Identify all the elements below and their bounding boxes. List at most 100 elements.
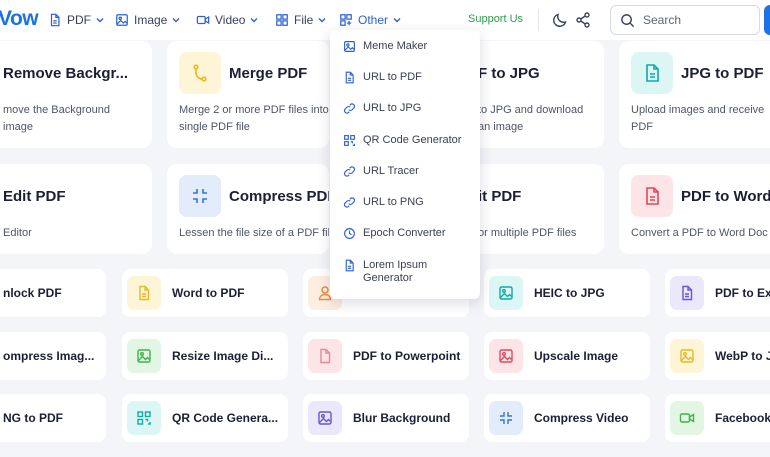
card-description: move the Background image <box>3 104 111 133</box>
card-description: Merge 2 or more PDF files into single PDF… <box>179 104 329 133</box>
tool-card-pdf-to-powerpoint[interactable]: PDF to Powerpoint <box>303 332 469 380</box>
image-icon <box>137 349 151 363</box>
card-description: or multiple PDF files <box>478 227 577 239</box>
menu-item-meme-maker[interactable]: Meme Maker <box>343 40 427 53</box>
nav-image-label: Image <box>134 13 168 27</box>
card-title: Upscale Image <box>534 349 619 363</box>
nav-pdf-label: PDF <box>67 13 91 27</box>
tool-card-qr-code-generator[interactable]: QR Code Genera... <box>122 394 288 442</box>
menu-item-url-to-png[interactable]: URL to PNG <box>343 196 424 209</box>
card-title: QR Code Genera... <box>172 411 279 425</box>
document-icon <box>682 285 693 301</box>
menu-item-label: QR Code Generator <box>363 134 462 146</box>
tool-card-compress-pdf[interactable]: Compress PDF Lessen the file size of a P… <box>167 164 329 254</box>
share-icon[interactable] <box>574 11 592 29</box>
nav-pdf[interactable]: PDF <box>48 12 104 28</box>
menu-item-label: URL to PNG <box>363 196 424 208</box>
tool-card-pdf-to-jpg[interactable]: F to JPG to JPG and download an image <box>470 41 604 148</box>
card-title: PDF to Word <box>681 188 770 205</box>
card-description: Convert a PDF to Word Doc <box>631 227 768 239</box>
menu-item-qr-code-generator[interactable]: QR Code Generator <box>343 134 461 147</box>
tool-card-jpg-to-pdf[interactable]: JPG to PDF Upload images and receive PDF <box>619 41 770 148</box>
card-title: it PDF <box>478 188 522 205</box>
video-icon <box>196 15 210 25</box>
image-icon-tile <box>308 401 342 435</box>
tool-card-unlock-pdf[interactable]: nlock PDF <box>0 269 106 317</box>
qr-icon <box>344 135 355 146</box>
menu-item-label: Epoch Converter <box>363 227 446 239</box>
card-title: HEIC to JPG <box>534 286 605 300</box>
card-description: to JPG and download an image <box>478 104 584 133</box>
other-dropdown-menu: Meme Maker URL to PDF URL to JPG QR Code… <box>330 30 480 299</box>
card-title: JPG to PDF <box>681 65 764 82</box>
search-input[interactable] <box>643 13 743 27</box>
tool-card-pdf-to-word[interactable]: PDF to Word Convert a PDF to Word Doc <box>619 164 770 254</box>
image-icon <box>499 286 513 300</box>
menu-item-epoch-converter[interactable]: Epoch Converter <box>343 227 446 240</box>
site-logo[interactable]: Vow <box>0 7 39 31</box>
card-title: Word to PDF <box>172 286 245 300</box>
image-icon-tile <box>127 339 161 373</box>
document-icon-tile <box>127 276 161 310</box>
image-icon-tile <box>489 339 523 373</box>
nav-image[interactable]: Image <box>115 12 180 28</box>
menu-item-url-tracer[interactable]: URL Tracer <box>343 165 419 178</box>
support-us-link[interactable]: Support Us <box>468 13 523 25</box>
tool-card-upscale-image[interactable]: Upscale Image <box>484 332 650 380</box>
moon-icon[interactable] <box>551 11 569 29</box>
tool-card-facebook[interactable]: Facebook <box>665 394 770 442</box>
qr-icon-tile <box>127 401 161 435</box>
tool-card-webp-to-jpg[interactable]: WebP to J <box>665 332 770 380</box>
image-icon-tile <box>670 339 704 373</box>
menu-item-url-to-pdf[interactable]: URL to PDF <box>343 71 422 84</box>
tool-card-remove-background[interactable]: Remove Backgr... move the Background imag… <box>0 41 152 148</box>
menu-item-label: URL to PDF <box>363 71 422 83</box>
document-icon <box>139 285 150 301</box>
menu-item-label: Meme Maker <box>363 40 428 52</box>
search-box[interactable] <box>610 5 760 35</box>
card-title: Resize Image Di... <box>172 349 274 363</box>
tool-card-resize-image[interactable]: Resize Image Di... <box>122 332 288 380</box>
video-icon <box>679 413 695 423</box>
image-icon <box>116 14 128 26</box>
card-description: Lessen the file size of a PDF file <box>179 227 329 239</box>
card-title: NG to PDF <box>3 411 63 425</box>
menu-item-lorem-ipsum-generator[interactable]: Lorem Ipsum Generator <box>343 259 463 285</box>
merge-icon-tile <box>179 52 221 94</box>
image-icon <box>499 349 513 363</box>
tool-card-heic-to-jpg[interactable]: HEIC to JPG <box>484 269 650 317</box>
card-title: PDF to Exc <box>715 286 770 300</box>
menu-item-url-to-jpg[interactable]: URL to JPG <box>343 102 421 115</box>
tool-card-compress-video[interactable]: Compress Video <box>484 394 650 442</box>
menu-item-label: URL to JPG <box>363 102 422 114</box>
tool-card-blur-background[interactable]: Blur Background <box>303 394 469 442</box>
tool-card-split-pdf[interactable]: it PDF or multiple PDF files <box>470 164 604 254</box>
document-icon-tile <box>308 339 342 373</box>
card-title: WebP to J <box>715 349 770 363</box>
menu-item-label: Lorem Ipsum Generator <box>363 259 428 284</box>
tool-card-merge-pdf[interactable]: Merge PDF Merge 2 or more PDF files into… <box>167 41 329 148</box>
document-icon-tile <box>631 175 673 217</box>
image-icon <box>344 41 355 52</box>
tool-card-png-to-pdf[interactable]: NG to PDF <box>0 394 106 442</box>
clock-icon <box>344 228 355 239</box>
link-icon <box>344 197 355 208</box>
search-button[interactable] <box>764 5 770 35</box>
tool-card-edit-pdf[interactable]: Edit PDF Editor <box>0 164 152 254</box>
video-icon-tile <box>670 401 704 435</box>
nav-video[interactable]: Video <box>196 12 258 28</box>
card-title: Compress PDF <box>229 188 329 205</box>
image-icon <box>318 411 332 425</box>
card-title: F to JPG <box>478 65 540 82</box>
chevron-down-icon <box>393 18 401 23</box>
document-icon <box>320 348 331 364</box>
tool-card-compress-image[interactable]: ompress Imag... <box>0 332 106 380</box>
image-icon-tile <box>489 276 523 310</box>
nav-file[interactable]: File <box>275 12 326 28</box>
document-icon <box>646 187 659 205</box>
compress-icon <box>500 412 512 424</box>
tool-card-word-to-pdf[interactable]: Word to PDF <box>122 269 288 317</box>
image-icon <box>680 349 694 363</box>
nav-other[interactable]: Other <box>339 12 401 28</box>
tool-card-pdf-to-excel[interactable]: PDF to Exc <box>665 269 770 317</box>
